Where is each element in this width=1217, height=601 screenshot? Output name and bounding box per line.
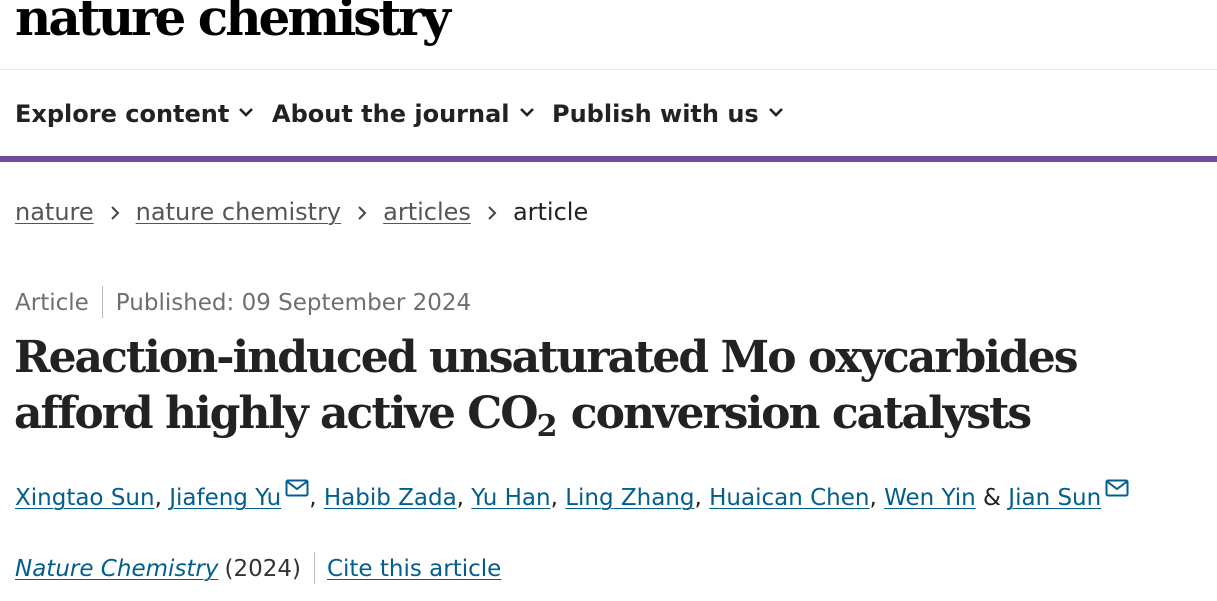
author-link[interactable]: Wen Yin	[884, 485, 976, 511]
citation-line: Nature Chemistry (2024) Cite this article	[15, 552, 501, 584]
nav-label: Explore content	[15, 100, 230, 128]
nav-label: Publish with us	[552, 100, 759, 128]
nav-explore-content[interactable]: Explore content	[15, 99, 255, 129]
cite-this-article-link[interactable]: Cite this article	[327, 556, 501, 582]
nav-publish-with-us[interactable]: Publish with us	[552, 99, 785, 129]
title-subscript: 2	[536, 409, 558, 444]
chevron-down-icon	[768, 108, 783, 117]
chevron-down-icon	[239, 108, 254, 117]
chevron-down-icon	[519, 108, 534, 117]
published-date: Published: 09 September 2024	[115, 290, 472, 316]
journal-logo[interactable]: nature chemistry	[15, 0, 451, 48]
article-title: Reaction-induced unsaturated Mo oxycarbi…	[14, 330, 1209, 442]
nav-accent-rule	[0, 156, 1217, 162]
chevron-right-icon	[358, 206, 367, 220]
mail-icon[interactable]	[285, 479, 309, 497]
author-list: Xingtao Sun, Jiafeng Yu, Habib Zada, Yu …	[15, 479, 1129, 513]
main-nav: Explore content About the journal Publis…	[0, 71, 1217, 156]
meta-divider	[101, 286, 103, 318]
breadcrumb-nature[interactable]: nature	[15, 198, 94, 226]
author-link[interactable]: Xingtao Sun	[15, 485, 155, 511]
chevron-right-icon	[110, 206, 120, 220]
breadcrumb-articles[interactable]: articles	[383, 198, 471, 226]
journal-link[interactable]: Nature Chemistry	[15, 556, 218, 582]
author-link[interactable]: Huaican Chen	[709, 485, 869, 511]
title-text-end: conversion catalysts	[557, 388, 1032, 439]
cite-divider	[313, 552, 315, 584]
breadcrumb-nature-chemistry[interactable]: nature chemistry	[136, 198, 341, 226]
site-header: nature chemistry	[0, 0, 1217, 70]
nav-label: About the journal	[272, 100, 510, 128]
author-link[interactable]: Jian Sun	[1008, 485, 1101, 511]
chevron-right-icon	[488, 206, 497, 220]
mail-icon[interactable]	[1105, 479, 1129, 497]
author-link[interactable]: Habib Zada	[324, 485, 457, 511]
author-link[interactable]: Ling Zhang	[565, 485, 694, 511]
author-link[interactable]: Jiafeng Yu	[169, 485, 281, 511]
nav-about-journal[interactable]: About the journal	[272, 99, 536, 129]
article-type: Article	[15, 290, 89, 316]
breadcrumb: nature nature chemistry articles article	[15, 197, 588, 227]
author-link[interactable]: Yu Han	[471, 485, 550, 511]
article-meta: Article Published: 09 September 2024	[15, 286, 471, 318]
publication-year: (2024)	[224, 556, 301, 582]
breadcrumb-current: article	[512, 198, 589, 226]
